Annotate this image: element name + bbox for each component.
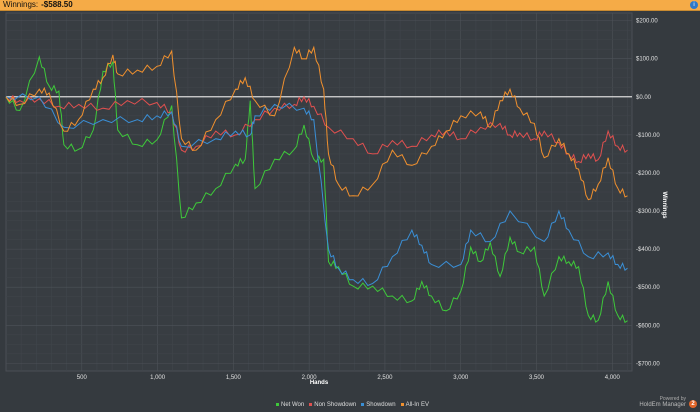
x-tick-label: 1,000 bbox=[150, 375, 166, 381]
y-tick-label: -$600.00 bbox=[636, 323, 660, 329]
legend-all-in-ev[interactable]: All-In EV bbox=[400, 402, 429, 408]
x-tick-label: 1,500 bbox=[226, 375, 242, 381]
y-tick-label: $200.00 bbox=[636, 19, 658, 25]
winnings-chart: 500 1,000 1,500 2,000 2,500 3,000 3,500 4,000$2… bbox=[5, 12, 667, 386]
x-tick-label: 3,000 bbox=[453, 375, 469, 381]
y-tick-label: -$700.00 bbox=[636, 361, 660, 367]
legend-non-showdown[interactable]: Non Showdown bbox=[309, 402, 356, 408]
y-tick-label: -$400.00 bbox=[636, 247, 660, 253]
y-tick-label: -$100.00 bbox=[636, 133, 660, 139]
branding: Powered by HoldEm Manager bbox=[639, 396, 686, 408]
y-axis-title: Winnings bbox=[661, 192, 667, 220]
legend: Net Won Non Showdown Showdown All-In EV bbox=[276, 402, 429, 408]
y-tick-label: $0.00 bbox=[636, 95, 652, 101]
y-tick-label: -$300.00 bbox=[636, 209, 660, 215]
x-tick-label: 2,500 bbox=[377, 375, 393, 381]
x-axis-title: Hands bbox=[310, 380, 329, 386]
y-tick-label: $100.00 bbox=[636, 57, 658, 63]
legend-showdown[interactable]: Showdown bbox=[361, 402, 396, 408]
y-tick-label: -$500.00 bbox=[636, 285, 660, 291]
x-tick-label: 3,500 bbox=[529, 375, 545, 381]
brand-name: HoldEm Manager bbox=[639, 402, 686, 408]
legend-net-won[interactable]: Net Won bbox=[276, 402, 304, 408]
x-tick-label: 500 bbox=[77, 375, 88, 381]
hm2-logo-icon: 2 bbox=[689, 400, 697, 408]
x-tick-label: 4,000 bbox=[605, 375, 621, 381]
y-tick-label: -$200.00 bbox=[636, 171, 660, 177]
